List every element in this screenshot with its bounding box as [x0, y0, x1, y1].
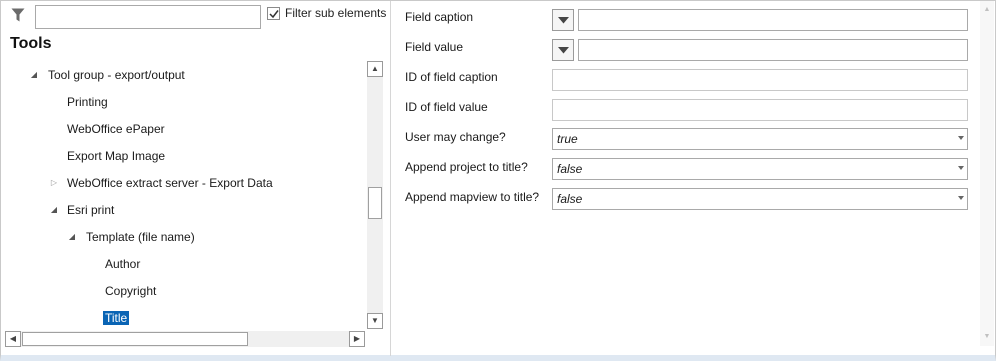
tree-item[interactable]: ◢ Template (file name) [67, 228, 197, 246]
chevron-down-icon [558, 47, 569, 54]
tree-item[interactable]: Printing [65, 93, 110, 111]
tree-item[interactable]: Author [103, 255, 142, 273]
chevron-down-icon [958, 166, 964, 170]
tree-vertical-scrollbar[interactable]: ▲ ▼ [367, 61, 383, 329]
append-mapview-label: Append mapview to title? [405, 190, 540, 204]
checkbox-check-icon [269, 10, 279, 19]
app-window: Filter sub elements Tools ◢ Tool group -… [0, 0, 996, 361]
chevron-down-icon [958, 196, 964, 200]
scroll-left-icon[interactable]: ◀ [5, 331, 21, 347]
chevron-down-icon [558, 17, 569, 24]
append-mapview-select[interactable]: false [552, 188, 968, 210]
filter-sub-elements-label[interactable]: Filter sub elements [285, 6, 386, 20]
properties-vertical-scrollbar[interactable]: ▲ ▼ [980, 1, 994, 346]
tools-tree: ◢ Tool group - export/output Printing We… [1, 61, 365, 329]
collapse-arrow-icon[interactable]: ◢ [29, 66, 39, 84]
id-field-value-input[interactable] [552, 99, 968, 121]
append-project-value: false [557, 162, 583, 176]
expand-arrow-icon[interactable]: ▷ [49, 174, 59, 192]
scroll-thumb[interactable] [22, 332, 248, 346]
scroll-right-icon[interactable]: ▶ [349, 331, 365, 347]
scroll-thumb[interactable] [368, 187, 382, 219]
tools-heading: Tools [10, 35, 52, 52]
tree-item[interactable]: ▷ WebOffice extract server - Export Data [49, 174, 275, 192]
filter-icon[interactable] [11, 8, 25, 22]
tree-item[interactable]: ◢ Tool group - export/output [31, 66, 187, 84]
tree-item[interactable]: WebOffice ePaper [65, 120, 167, 138]
tools-panel: Filter sub elements Tools ◢ Tool group -… [1, 1, 391, 356]
id-field-caption-input[interactable] [552, 69, 968, 91]
scroll-up-icon[interactable]: ▲ [980, 3, 994, 17]
tools-search-input[interactable] [35, 5, 261, 29]
tree-item[interactable]: Export Map Image [65, 147, 167, 165]
user-may-change-select[interactable]: true [552, 128, 968, 150]
scroll-up-icon[interactable]: ▲ [367, 61, 383, 77]
user-may-change-label: User may change? [405, 130, 506, 144]
append-project-label: Append project to title? [405, 160, 528, 174]
scroll-down-icon[interactable]: ▼ [980, 330, 994, 344]
filter-sub-elements-checkbox[interactable] [267, 7, 280, 20]
id-field-caption-label: ID of field caption [405, 70, 498, 84]
id-field-value-label: ID of field value [405, 100, 488, 114]
tree-item[interactable]: Copyright [103, 282, 158, 300]
field-caption-dropdown-button[interactable] [552, 9, 574, 31]
chevron-down-icon [958, 136, 964, 140]
properties-panel: Field caption Field value ID of field ca… [392, 1, 995, 356]
scroll-down-icon[interactable]: ▼ [367, 313, 383, 329]
field-caption-input[interactable] [578, 9, 968, 31]
collapse-arrow-icon[interactable]: ◢ [49, 201, 59, 219]
tree-item[interactable]: ◢ Esri print [49, 201, 116, 219]
tree-item-selected[interactable]: Title [103, 309, 130, 327]
field-caption-label: Field caption [405, 10, 474, 24]
user-may-change-value: true [557, 132, 578, 146]
field-value-label: Field value [405, 40, 464, 54]
append-project-select[interactable]: false [552, 158, 968, 180]
append-mapview-value: false [557, 192, 583, 206]
collapse-arrow-icon[interactable]: ◢ [67, 228, 77, 246]
field-value-dropdown-button[interactable] [552, 39, 574, 61]
tree-horizontal-scrollbar[interactable]: ◀ ▶ [5, 331, 365, 347]
field-value-input[interactable] [578, 39, 968, 61]
